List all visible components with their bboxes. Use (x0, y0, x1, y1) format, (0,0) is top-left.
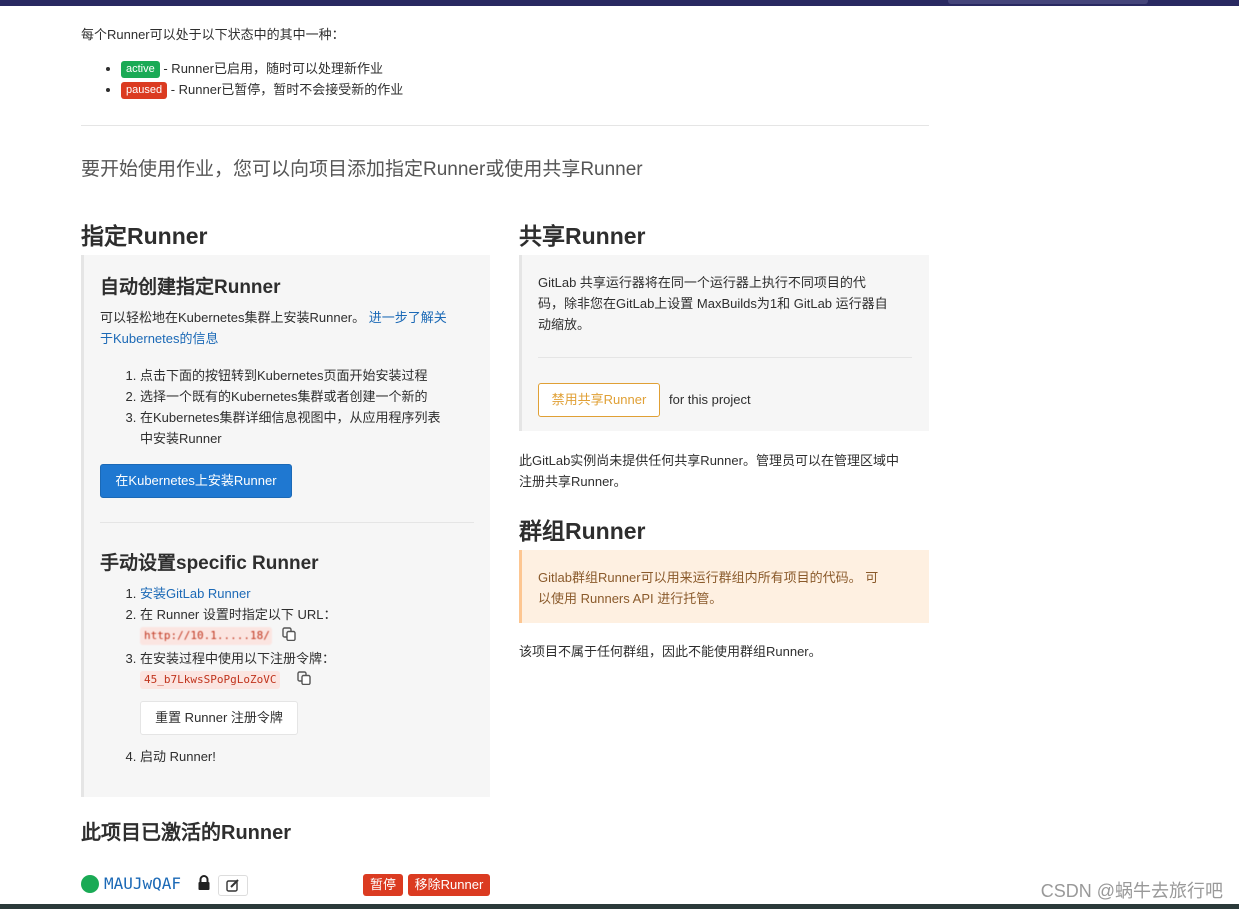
manual-setup-title: 手动设置specific Runner (100, 553, 319, 574)
divider (538, 357, 912, 358)
status-intro: 每个Runner可以处于以下状态中的其中一种： (81, 27, 345, 42)
list-item: 启动 Runner! (140, 746, 510, 767)
shared-runner-none: 此GitLab实例尚未提供任何共享Runner。管理员可以在管理区域中 注册共享… (519, 450, 929, 492)
list-item: 点击下面的按钮转到Kubernetes页面开始安装过程 (140, 365, 510, 386)
status-desc: - Runner已暂停，暂时不会接受新的作业 (167, 82, 404, 97)
pause-runner-button[interactable]: 暂停 (363, 874, 403, 896)
status-badge-active: active (121, 61, 160, 78)
group-runner-title: 群组Runner (519, 518, 646, 544)
edit-icon (226, 879, 239, 892)
list-item: paused - Runner已暂停，暂时不会接受新的作业 (121, 79, 403, 100)
specific-runner-title: 指定Runner (81, 223, 208, 249)
divider (100, 522, 474, 523)
link-text: 进一步了解关 (368, 310, 447, 325)
watermark: CSDN @蜗牛去旅行吧 (1040, 881, 1223, 901)
desc-line: GitLab 共享运行器将在同一个运行器上执行不同项目的代 (538, 275, 866, 290)
runner-status-dot (81, 875, 99, 893)
manual-steps: 安装GitLab Runner 在 Runner 设置时指定以下 URL： (100, 583, 510, 625)
registration-token-value: 45_b7LkwsSPoPgLoZoVC (140, 671, 281, 689)
status-badge-paused: paused (121, 82, 168, 99)
list-item: 安装GitLab Runner (140, 583, 510, 604)
desc-line: 以使用 Runners API 进行托管。 (538, 591, 723, 606)
install-gitlab-runner-link[interactable]: 安装GitLab Runner (140, 586, 251, 601)
runner-id-link[interactable]: MAUJwQAF (104, 874, 181, 893)
search-box[interactable] (948, 0, 1148, 4)
list-item: 选择一个既有的Kubernetes集群或者创建一个新的 (140, 386, 510, 407)
desc-line: 动缩放。 (538, 317, 591, 332)
divider (81, 125, 929, 126)
copy-icon[interactable] (282, 627, 296, 641)
step-text: 在Kubernetes集群详细信息视图中，从应用程序列表 (140, 410, 441, 425)
install-kubernetes-button[interactable]: 在Kubernetes上安装Runner (100, 464, 292, 498)
shared-runner-desc: GitLab 共享运行器将在同一个运行器上执行不同项目的代 码，除非您在GitL… (538, 272, 918, 335)
copy-icon[interactable] (297, 671, 311, 685)
desc-line: Gitlab群组Runner可以用来运行群组内所有项目的代码。 可 (538, 570, 879, 585)
active-runners-title: 此项目已激活的Runner (81, 822, 291, 844)
top-navbar (0, 0, 1239, 6)
link-text: 于Kubernetes的信息 (100, 331, 219, 346)
lock-icon (198, 875, 210, 890)
text-line: 此GitLab实例尚未提供任何共享Runner。管理员可以在管理区域中 (519, 453, 899, 468)
text-line: 注册共享Runner。 (519, 474, 627, 489)
manual-steps-cont: 在安装过程中使用以下注册令牌： (100, 648, 510, 669)
remove-runner-button[interactable]: 移除Runner (408, 874, 490, 896)
list-item: 在Kubernetes集群详细信息视图中，从应用程序列表中安装Runner (140, 407, 510, 449)
shared-runner-title: 共享Runner (519, 223, 646, 249)
manual-steps-end: 启动 Runner! (100, 746, 510, 767)
group-runner-desc: Gitlab群组Runner可以用来运行群组内所有项目的代码。 可 以使用 Ru… (538, 567, 918, 609)
auto-steps: 点击下面的按钮转到Kubernetes页面开始安装过程 选择一个既有的Kuber… (100, 365, 510, 449)
list-item: 在 Runner 设置时指定以下 URL： (140, 604, 510, 625)
group-runner-note: 该项目不属于任何群组，因此不能使用群组Runner。 (519, 644, 822, 659)
for-this-project: for this project (669, 392, 751, 407)
disable-shared-runner-button[interactable]: 禁用共享Runner (538, 383, 660, 417)
list-item: 在安装过程中使用以下注册令牌： (140, 648, 510, 669)
auto-create-text: 可以轻松地在Kubernetes集群上安装Runner。 (100, 310, 366, 325)
reset-token-button[interactable]: 重置 Runner 注册令牌 (140, 701, 298, 735)
status-desc: - Runner已启用，随时可以处理新作业 (159, 61, 383, 76)
edit-runner-button[interactable] (218, 875, 248, 896)
status-list: active - Runner已启用，随时可以处理新作业 paused - Ru… (81, 58, 403, 100)
list-item: active - Runner已启用，随时可以处理新作业 (121, 58, 403, 79)
bottom-bar (0, 904, 1239, 909)
step-text: 中安装Runner (140, 431, 222, 446)
auto-create-title: 自动创建指定Runner (100, 277, 281, 298)
lead-text: 要开始使用作业，您可以向项目添加指定Runner或使用共享Runner (81, 159, 643, 180)
auto-create-desc: 可以轻松地在Kubernetes集群上安装Runner。 进一步了解关于Kube… (100, 307, 480, 349)
desc-line: 码，除非您在GitLab上设置 MaxBuilds为1和 GitLab 运行器自 (538, 296, 888, 311)
runner-url-value: http://10.1.....18/ (140, 627, 272, 645)
